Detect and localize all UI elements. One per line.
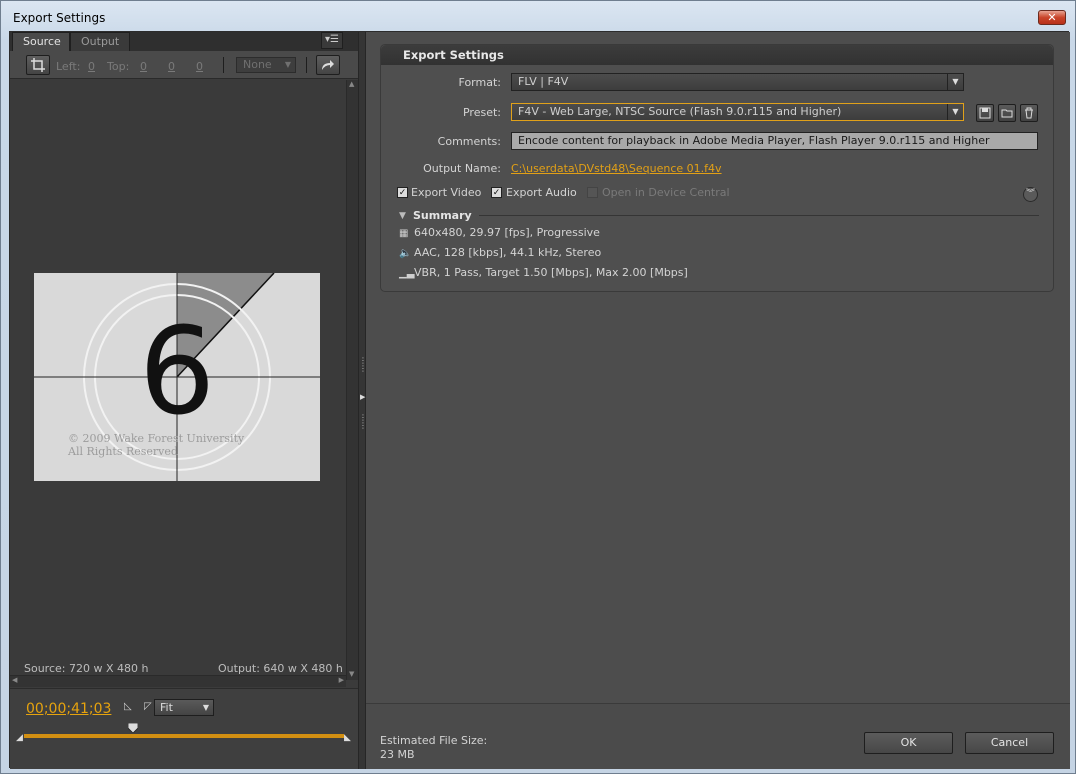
film-icon: ▦ [399,228,409,239]
scroll-down-icon[interactable]: ▼ [349,670,354,678]
redo-arrow-button[interactable] [316,55,340,75]
output-name-link[interactable]: C:\userdata\DVstd48\Sequence 01.f4v [511,162,722,175]
export-settings-window: Export Settings ✕ Source Output ▾☰ Left:… [0,0,1076,774]
save-preset-button[interactable] [976,104,994,122]
crop-left-label: Left: [56,60,81,73]
crop-top-label: Top: [107,60,130,73]
countdown-digit: 6 [139,303,215,442]
format-label: Format: [458,76,501,89]
crop-icon [31,58,45,72]
crop-left-value[interactable]: 0 [88,60,95,73]
preset-select[interactable]: F4V - Web Large, NTSC Source (Flash 9.0.… [511,103,964,121]
output-name-label: Output Name: [423,162,501,175]
expand-button[interactable]: ︾ [1023,187,1038,202]
trash-icon [1025,107,1033,119]
crop-right-value[interactable]: 0 [168,60,175,73]
curved-arrow-icon [322,60,334,70]
export-video-checkbox[interactable]: ✓ [397,187,408,198]
copyright-line-2: All Rights Reserved [67,445,178,458]
cancel-button[interactable]: Cancel [965,732,1054,754]
preview-viewer: 6 © 2009 Wake Forest University All Righ… [10,80,346,680]
crop-button[interactable] [26,55,50,75]
window-title: Export Settings [13,11,106,25]
export-settings-header: Export Settings [381,45,1053,65]
comments-label: Comments: [437,135,501,148]
chevron-down-icon: ▼ [947,104,963,120]
scroll-right-icon[interactable]: ▶ [339,676,344,684]
timeline-scrub-bar[interactable] [24,734,344,738]
double-chevron-down-icon: ︾ [1025,189,1035,199]
timeline-controls: 00;00;41;03 ◺ ◸ Fit ▼ ◢ ◣ [10,688,358,769]
bitrate-icon: ▁▃ [399,268,415,279]
close-button[interactable]: ✕ [1038,10,1066,25]
format-value: FLV | F4V [518,75,569,88]
preset-value: F4V - Web Large, NTSC Source (Flash 9.0.… [518,105,842,118]
crop-toolbar: Left: 0 Top: 0 0 0 None ▼ [10,51,358,79]
aspect-select-value: None [243,58,272,71]
title-bar: Export Settings ✕ [1,1,1075,31]
summary-bitrate-text: VBR, 1 Pass, Target 1.50 [Mbps], Max 2.0… [414,266,688,279]
dialog-client-area: Source Output ▾☰ Left: 0 Top: 0 0 0 None [9,31,1070,769]
export-audio-checkbox[interactable]: ✓ [491,187,502,198]
format-select[interactable]: FLV | F4V ▼ [511,73,964,91]
summary-title: Summary [413,209,472,222]
aspect-select[interactable]: None ▼ [236,57,296,73]
work-area-end-icon[interactable]: ◣ [344,733,351,743]
crop-top-value[interactable]: 0 [140,60,147,73]
summary-video-text: 640x480, 29.97 [fps], Progressive [414,226,600,239]
chevron-down-icon: ▼ [284,60,291,69]
output-size-label: Output: 640 w X 480 h [218,662,343,675]
preview-vertical-scrollbar[interactable]: ▲ ▼ [346,80,358,680]
crop-bottom-value[interactable]: 0 [196,60,203,73]
panel-splitter[interactable]: ⋮ ⋮ ▶ ⋮ ⋮ [358,32,367,769]
toolbar-divider [223,57,224,73]
playhead-handle[interactable] [128,723,138,733]
chevron-down-icon: ▼ [202,703,209,712]
device-central-label: Open in Device Central [602,186,730,199]
summary-video-row: ▦ 640x480, 29.97 [fps], Progressive [399,226,600,239]
delete-preset-button[interactable] [1020,104,1038,122]
source-size-label: Source: 720 w X 480 h [24,662,149,675]
summary-divider [479,215,1039,216]
timecode-display[interactable]: 00;00;41;03 [26,701,111,717]
set-out-point-icon[interactable]: ◸ [144,701,152,712]
copyright-line-1: © 2009 Wake Forest University [68,432,245,445]
chevron-down-icon: ▼ [947,74,963,90]
speaker-icon: 🔈 [399,248,412,259]
panel-menu-button[interactable]: ▾☰ [321,32,343,49]
summary-bitrate-row: ▁▃VBR, 1 Pass, Target 1.50 [Mbps], Max 2… [399,266,688,279]
source-panel: Source Output ▾☰ Left: 0 Top: 0 0 0 None [10,32,358,769]
export-video-label: Export Video [411,186,482,199]
summary-audio-row: 🔈 AAC, 128 [kbps], 44.1 kHz, Stereo [399,246,601,259]
tab-output[interactable]: Output [70,32,130,51]
ok-button[interactable]: OK [864,732,953,754]
tab-source[interactable]: Source [12,32,70,51]
comments-input[interactable]: Encode content for playback in Adobe Med… [511,132,1038,150]
preview-horizontal-scrollbar[interactable]: ◀ ▶ [10,675,346,687]
scroll-left-icon[interactable]: ◀ [12,676,17,684]
export-settings-panel: Export Settings Format: FLV | F4V ▼ Pres… [366,32,1070,769]
toolbar-divider [306,57,307,73]
work-area-start-icon[interactable]: ◢ [16,733,23,743]
summary-audio-text: AAC, 128 [kbps], 44.1 kHz, Stereo [414,246,602,259]
estimated-size-label: Estimated File Size: [380,734,488,747]
source-output-tabs: Source Output ▾☰ [10,32,358,51]
zoom-fit-value: Fit [160,701,173,714]
export-settings-group: Export Settings Format: FLV | F4V ▼ Pres… [380,44,1054,292]
collapse-arrow-icon[interactable]: ▶ [360,393,365,401]
device-central-checkbox [587,187,598,198]
save-icon [979,107,991,119]
export-audio-label: Export Audio [506,186,577,199]
preset-label: Preset: [462,106,501,119]
import-preset-button[interactable] [998,104,1016,122]
folder-icon [1001,109,1013,118]
countdown-leader-preview: 6 © 2009 Wake Forest University All Righ… [34,273,320,481]
set-in-point-icon[interactable]: ◺ [124,701,132,712]
estimated-size-value: 23 MB [380,748,415,761]
dialog-footer: Estimated File Size: 23 MB OK Cancel [366,703,1070,769]
summary-disclosure-icon[interactable]: ▼ [399,211,406,221]
scroll-up-icon[interactable]: ▲ [349,80,354,88]
zoom-fit-select[interactable]: Fit ▼ [154,699,214,716]
